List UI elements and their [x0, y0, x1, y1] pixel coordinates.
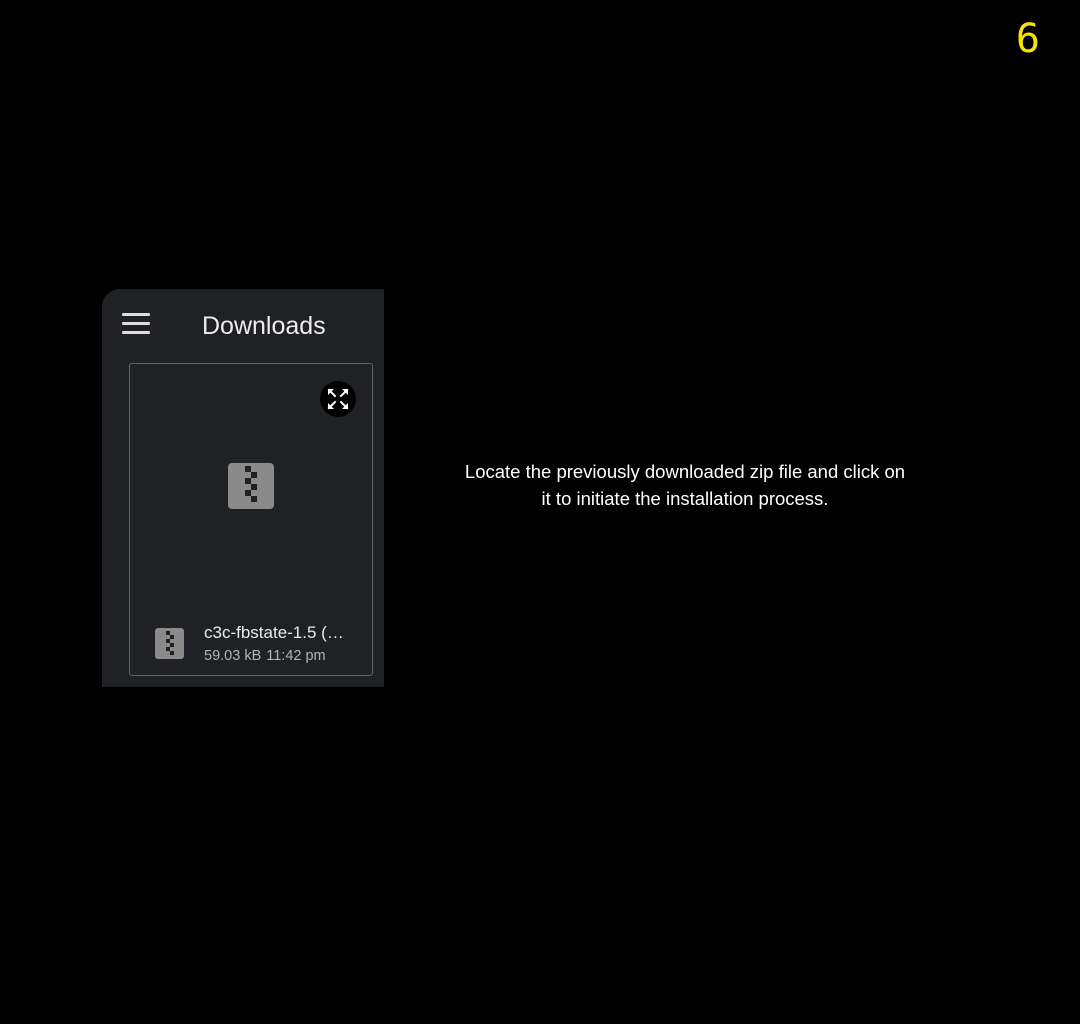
step-number: 6: [1015, 16, 1040, 62]
page-title: Downloads: [202, 312, 326, 340]
hamburger-menu-icon: [122, 322, 150, 325]
menu-button[interactable]: [116, 309, 154, 339]
app-bar: Downloads: [102, 289, 384, 359]
instruction-text: Locate the previously downloaded zip fil…: [464, 461, 906, 509]
zip-file-card[interactable]: c3c-fbstate-1.5 (… 59.03 kB 11:42 pm: [129, 363, 373, 676]
file-info-row: c3c-fbstate-1.5 (… 59.03 kB 11:42 pm: [130, 612, 370, 672]
expand-arrows-icon: [327, 388, 349, 410]
downloads-screen: Downloads c3c-fbstate-1.5 (… 59.03 kB 11…: [102, 289, 384, 687]
expand-preview-button[interactable]: [320, 381, 356, 417]
file-time: 11:42 pm: [266, 648, 326, 664]
hamburger-menu-icon: [122, 313, 150, 316]
file-size: 59.03 kB: [204, 648, 262, 664]
hamburger-menu-icon: [122, 331, 150, 334]
zip-archive-icon: [155, 628, 184, 659]
zip-archive-icon: [228, 463, 274, 509]
file-meta: 59.03 kB 11:42 pm: [204, 647, 326, 665]
file-name: c3c-fbstate-1.5 (…: [204, 623, 344, 642]
